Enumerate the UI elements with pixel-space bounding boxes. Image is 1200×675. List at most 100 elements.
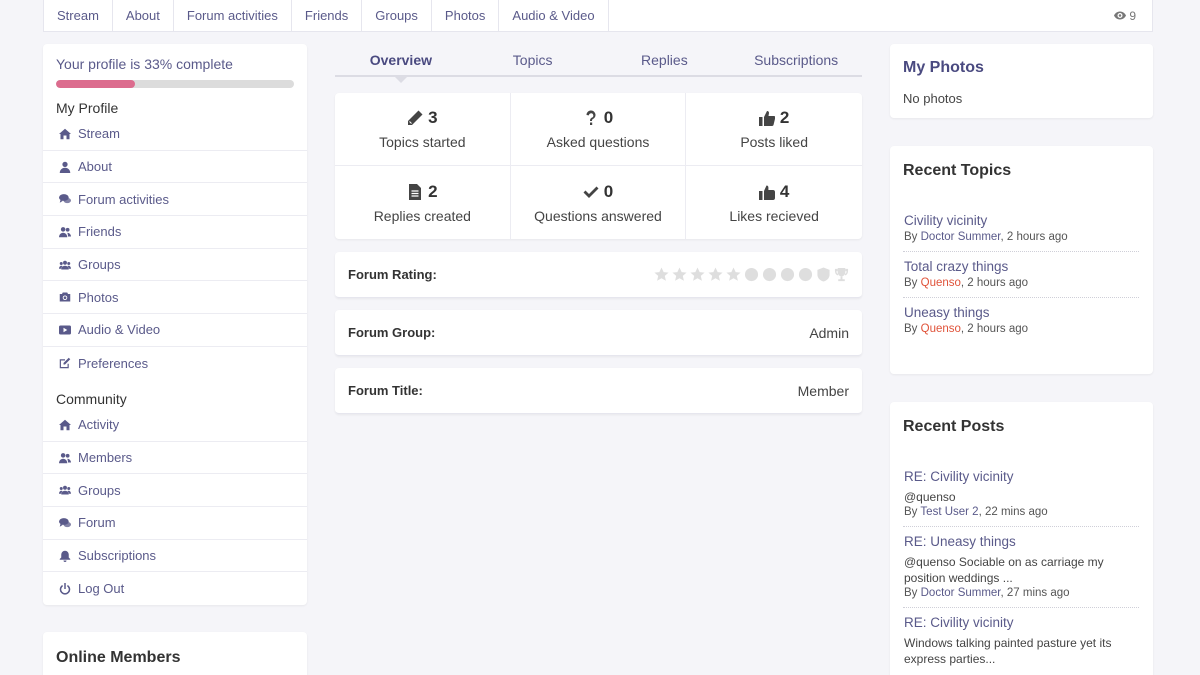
stat-asked-questions: 0 Asked questions — [510, 93, 687, 166]
recent-topics-title: Recent Topics — [903, 162, 1012, 179]
sidebar-item-label: Subscriptions — [78, 548, 157, 564]
post-link[interactable]: RE: Civility vicinity — [904, 614, 1139, 632]
video-icon — [59, 325, 71, 335]
view-count: 9 — [1114, 0, 1152, 31]
author-link[interactable]: Doctor Summer — [921, 231, 1001, 243]
circle-icon — [798, 267, 813, 282]
topic-link[interactable]: Uneasy things — [904, 304, 1139, 322]
stat-label: Likes recieved — [729, 207, 819, 224]
sidebar-item-audio-video[interactable]: Audio & Video — [43, 314, 307, 347]
stat-value: 2 — [428, 181, 438, 201]
post-excerpt: @quenso — [904, 490, 956, 504]
file-text-icon — [409, 183, 422, 200]
sidebar-item-about[interactable]: About — [43, 151, 307, 184]
stat-label: Posts liked — [740, 134, 809, 150]
top-navigation: Stream About Forum activities Friends Gr… — [43, 0, 1153, 32]
home-icon — [59, 128, 71, 140]
author-link[interactable]: Test User 2 — [920, 506, 978, 518]
check-icon — [583, 186, 599, 198]
sidebar-item-preferences[interactable]: Preferences — [43, 347, 307, 380]
forum-title-label: Forum Title: — [348, 383, 423, 398]
stat-label: Topics started — [379, 134, 466, 150]
recent-posts-title: Recent Posts — [903, 418, 1005, 435]
community-heading: Community — [56, 391, 127, 407]
star-icon — [654, 267, 669, 281]
topnav-photos[interactable]: Photos — [432, 0, 500, 31]
profile-sidebar: Your profile is 33% complete My Profile … — [43, 44, 307, 605]
my-photos-panel: My Photos No photos — [890, 44, 1153, 118]
topnav-audio-video[interactable]: Audio & Video — [499, 0, 609, 31]
trophy-icon — [834, 267, 849, 282]
profile-progress-bar — [56, 80, 294, 88]
sidebar-item-stream[interactable]: Stream — [43, 118, 307, 151]
stat-value: 2 — [779, 108, 790, 127]
sidebar-item-subscriptions[interactable]: Subscriptions — [43, 540, 307, 573]
tab-subscriptions[interactable]: Subscriptions — [730, 44, 862, 75]
edit-icon — [59, 357, 71, 369]
sidebar-item-members[interactable]: Members — [43, 442, 307, 475]
topic-link[interactable]: Civility vicinity — [904, 212, 1139, 230]
author-link[interactable]: Quenso — [921, 323, 961, 335]
sidebar-item-forum-activities[interactable]: Forum activities — [43, 183, 307, 217]
stat-label: Asked questions — [546, 134, 650, 150]
sidebar-item-groups[interactable]: Groups — [43, 249, 307, 282]
pencil-icon — [408, 110, 423, 125]
sidebar-item-label: Members — [78, 450, 133, 466]
recent-posts-panel: Recent Posts RE: Civility vicinity @quen… — [890, 402, 1153, 675]
topnav-about[interactable]: About — [113, 0, 174, 31]
sidebar-item-label: Audio & Video — [78, 322, 161, 338]
stat-label: Questions answered — [534, 207, 662, 224]
online-members-panel: Online Members — [43, 632, 307, 675]
tab-overview[interactable]: Overview — [335, 44, 467, 83]
bell-icon — [59, 550, 71, 562]
user-friends-icon — [59, 227, 71, 238]
sidebar-item-label: Friends — [78, 224, 122, 240]
stat-value: 4 — [779, 181, 790, 201]
sidebar-item-activity[interactable]: Activity — [43, 409, 307, 442]
stat-likes-received: 4 Likes recieved — [686, 166, 862, 239]
thumbs-up-hand-icon — [758, 185, 775, 200]
topnav-groups[interactable]: Groups — [362, 0, 432, 31]
topic-link[interactable]: Total crazy things — [904, 258, 1139, 276]
topnav-stream[interactable]: Stream — [44, 0, 113, 31]
sidebar-item-friends[interactable]: Friends — [43, 216, 307, 249]
post-link[interactable]: RE: Civility vicinity — [904, 468, 1139, 486]
group-icon — [59, 486, 71, 495]
sidebar-item-log-out[interactable]: Log Out — [43, 572, 307, 605]
profile-progress-label: Your profile is 33% complete — [56, 56, 233, 72]
author-link[interactable]: Quenso — [921, 277, 961, 289]
view-count-value: 9 — [1129, 8, 1136, 23]
circle-icon — [744, 267, 759, 282]
forum-group-label: Forum Group: — [348, 325, 436, 340]
sidebar-item-label: Groups — [78, 257, 121, 273]
sidebar-item-forum[interactable]: Forum — [43, 507, 307, 540]
online-members-title: Online Members — [56, 649, 181, 666]
user-icon — [59, 161, 71, 173]
forum-rating-label: Forum Rating: — [348, 267, 437, 282]
list-item: Uneasy things By Quenso, 2 hours ago — [903, 298, 1139, 343]
stat-value: 3 — [428, 108, 438, 127]
recent-topics-panel: Recent Topics Civility vicinity By Docto… — [890, 146, 1153, 374]
tab-replies[interactable]: Replies — [599, 44, 731, 75]
sidebar-item-label: Forum — [78, 515, 116, 531]
post-link[interactable]: RE: Uneasy things — [904, 533, 1139, 551]
stat-posts-liked: 2 Posts liked — [686, 93, 862, 166]
sidebar-item-community-groups[interactable]: Groups — [43, 474, 307, 508]
profile-progress-fill — [56, 80, 135, 88]
tab-topics[interactable]: Topics — [467, 44, 599, 75]
author-link[interactable]: Doctor Summer — [921, 587, 1001, 599]
list-item: Total crazy things By Quenso, 2 hours ag… — [903, 252, 1139, 298]
list-item: RE: Civility vicinity @quenso By Test Us… — [903, 462, 1139, 527]
eye-icon — [1114, 11, 1127, 20]
topnav-forum-activities[interactable]: Forum activities — [174, 0, 292, 31]
profile-tabs: Overview Topics Replies Subscriptions — [335, 44, 862, 83]
topnav-friends[interactable]: Friends — [292, 0, 363, 31]
sidebar-item-photos[interactable]: Photos — [43, 281, 307, 315]
recent-posts-list: RE: Civility vicinity @quenso By Test Us… — [903, 462, 1139, 673]
my-photos-title[interactable]: My Photos — [903, 59, 984, 77]
user-friends-icon — [59, 452, 71, 463]
sidebar-item-label: Groups — [78, 482, 121, 498]
forum-title-value: Member — [797, 382, 849, 399]
post-excerpt: Windows talking painted pasture yet its … — [904, 636, 1112, 666]
my-profile-heading: My Profile — [56, 100, 119, 116]
